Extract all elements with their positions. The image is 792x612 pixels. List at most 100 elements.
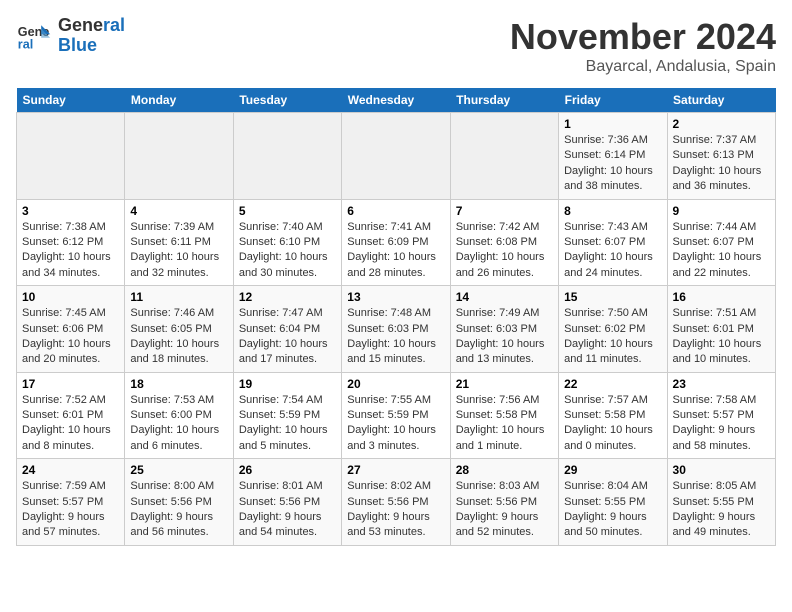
day-number: 2 [673, 117, 770, 131]
day-info: Sunrise: 8:00 AM Sunset: 5:56 PM Dayligh… [130, 479, 227, 541]
day-info: Sunrise: 7:51 AM Sunset: 6:01 PM Dayligh… [673, 306, 770, 368]
day-number: 18 [130, 377, 227, 391]
day-number: 13 [347, 290, 444, 304]
weekday-header-row: SundayMondayTuesdayWednesdayThursdayFrid… [17, 88, 776, 113]
calendar-cell: 22 Sunrise: 7:57 AM Sunset: 5:58 PM Dayli… [559, 372, 667, 459]
calendar-cell: 16 Sunrise: 7:51 AM Sunset: 6:01 PM Dayli… [667, 286, 775, 373]
day-info: Sunrise: 7:38 AM Sunset: 6:12 PM Dayligh… [22, 220, 119, 282]
day-number: 3 [22, 204, 119, 218]
calendar-cell: 29Sunrise: 8:04 AM Sunset: 5:55 PM Dayli… [559, 459, 667, 546]
day-number: 23 [673, 377, 770, 391]
calendar-cell: 6 Sunrise: 7:41 AM Sunset: 6:09 PM Daylig… [342, 199, 450, 286]
day-number: 9 [673, 204, 770, 218]
day-number: 14 [456, 290, 553, 304]
day-info: Sunrise: 7:59 AM Sunset: 5:57 PM Dayligh… [22, 479, 119, 541]
day-number: 16 [673, 290, 770, 304]
day-info: Sunrise: 7:55 AM Sunset: 5:59 PM Dayligh… [347, 393, 444, 455]
day-info: Sunrise: 8:01 AM Sunset: 5:56 PM Dayligh… [239, 479, 336, 541]
calendar-cell: 1 Sunrise: 7:36 AM Sunset: 6:14 PM Daylig… [559, 113, 667, 200]
calendar-cell: 25 Sunrise: 8:00 AM Sunset: 5:56 PM Dayli… [125, 459, 233, 546]
day-info: Sunrise: 7:37 AM Sunset: 6:13 PM Dayligh… [673, 133, 770, 195]
page-header: Gene ral General Blue November 2024 Baya… [16, 16, 776, 76]
week-row-4: 17Sunrise: 7:52 AM Sunset: 6:01 PM Dayli… [17, 372, 776, 459]
weekday-header-tuesday: Tuesday [233, 88, 341, 113]
week-row-3: 10 Sunrise: 7:45 AM Sunset: 6:06 PM Dayli… [17, 286, 776, 373]
calendar-cell: 5 Sunrise: 7:40 AM Sunset: 6:10 PM Daylig… [233, 199, 341, 286]
logo: Gene ral General Blue [16, 16, 125, 56]
day-info: Sunrise: 7:45 AM Sunset: 6:06 PM Dayligh… [22, 306, 119, 368]
weekday-header-saturday: Saturday [667, 88, 775, 113]
day-info: Sunrise: 7:43 AM Sunset: 6:07 PM Dayligh… [564, 220, 661, 282]
day-info: Sunrise: 7:54 AM Sunset: 5:59 PM Dayligh… [239, 393, 336, 455]
calendar-cell: 24Sunrise: 7:59 AM Sunset: 5:57 PM Dayli… [17, 459, 125, 546]
day-number: 30 [673, 463, 770, 477]
day-info: Sunrise: 7:50 AM Sunset: 6:02 PM Dayligh… [564, 306, 661, 368]
calendar-cell: 9Sunrise: 7:44 AM Sunset: 6:07 PM Daylig… [667, 199, 775, 286]
week-row-5: 24Sunrise: 7:59 AM Sunset: 5:57 PM Dayli… [17, 459, 776, 546]
calendar-cell: 14 Sunrise: 7:49 AM Sunset: 6:03 PM Dayli… [450, 286, 558, 373]
day-info: Sunrise: 8:02 AM Sunset: 5:56 PM Dayligh… [347, 479, 444, 541]
day-number: 4 [130, 204, 227, 218]
day-info: Sunrise: 7:36 AM Sunset: 6:14 PM Dayligh… [564, 133, 661, 195]
day-number: 6 [347, 204, 444, 218]
calendar-table: SundayMondayTuesdayWednesdayThursdayFrid… [16, 88, 776, 546]
title-area: November 2024 Bayarcal, Andalusia, Spain [510, 16, 776, 76]
day-number: 28 [456, 463, 553, 477]
day-info: Sunrise: 7:47 AM Sunset: 6:04 PM Dayligh… [239, 306, 336, 368]
weekday-header-sunday: Sunday [17, 88, 125, 113]
day-info: Sunrise: 7:42 AM Sunset: 6:08 PM Dayligh… [456, 220, 553, 282]
calendar-cell [17, 113, 125, 200]
calendar-cell: 20Sunrise: 7:55 AM Sunset: 5:59 PM Dayli… [342, 372, 450, 459]
day-number: 1 [564, 117, 661, 131]
day-info: Sunrise: 7:41 AM Sunset: 6:09 PM Dayligh… [347, 220, 444, 282]
location-title: Bayarcal, Andalusia, Spain [510, 58, 776, 76]
day-info: Sunrise: 8:04 AM Sunset: 5:55 PM Dayligh… [564, 479, 661, 541]
calendar-cell: 4 Sunrise: 7:39 AM Sunset: 6:11 PM Daylig… [125, 199, 233, 286]
calendar-cell: 27 Sunrise: 8:02 AM Sunset: 5:56 PM Dayli… [342, 459, 450, 546]
calendar-cell: 12 Sunrise: 7:47 AM Sunset: 6:04 PM Dayli… [233, 286, 341, 373]
calendar-cell: 28 Sunrise: 8:03 AM Sunset: 5:56 PM Dayli… [450, 459, 558, 546]
weekday-header-thursday: Thursday [450, 88, 558, 113]
day-number: 10 [22, 290, 119, 304]
day-info: Sunrise: 7:49 AM Sunset: 6:03 PM Dayligh… [456, 306, 553, 368]
day-number: 22 [564, 377, 661, 391]
logo-text: General Blue [58, 16, 125, 56]
day-number: 25 [130, 463, 227, 477]
day-info: Sunrise: 7:40 AM Sunset: 6:10 PM Dayligh… [239, 220, 336, 282]
day-number: 8 [564, 204, 661, 218]
calendar-cell: 18 Sunrise: 7:53 AM Sunset: 6:00 PM Dayli… [125, 372, 233, 459]
calendar-cell: 11 Sunrise: 7:46 AM Sunset: 6:05 PM Dayli… [125, 286, 233, 373]
calendar-cell: 8 Sunrise: 7:43 AM Sunset: 6:07 PM Daylig… [559, 199, 667, 286]
month-title: November 2024 [510, 16, 776, 58]
calendar-cell: 23 Sunrise: 7:58 AM Sunset: 5:57 PM Dayli… [667, 372, 775, 459]
day-info: Sunrise: 8:05 AM Sunset: 5:55 PM Dayligh… [673, 479, 770, 541]
day-info: Sunrise: 7:57 AM Sunset: 5:58 PM Dayligh… [564, 393, 661, 455]
calendar-cell: 10 Sunrise: 7:45 AM Sunset: 6:06 PM Dayli… [17, 286, 125, 373]
day-number: 7 [456, 204, 553, 218]
calendar-cell: 3 Sunrise: 7:38 AM Sunset: 6:12 PM Daylig… [17, 199, 125, 286]
day-number: 17 [22, 377, 119, 391]
calendar-cell: 26 Sunrise: 8:01 AM Sunset: 5:56 PM Dayli… [233, 459, 341, 546]
weekday-header-monday: Monday [125, 88, 233, 113]
day-number: 12 [239, 290, 336, 304]
day-info: Sunrise: 8:03 AM Sunset: 5:56 PM Dayligh… [456, 479, 553, 541]
calendar-cell [125, 113, 233, 200]
calendar-cell: 21Sunrise: 7:56 AM Sunset: 5:58 PM Dayli… [450, 372, 558, 459]
calendar-cell [450, 113, 558, 200]
calendar-cell [342, 113, 450, 200]
day-number: 21 [456, 377, 553, 391]
day-number: 26 [239, 463, 336, 477]
calendar-cell: 30 Sunrise: 8:05 AM Sunset: 5:55 PM Dayli… [667, 459, 775, 546]
day-info: Sunrise: 7:46 AM Sunset: 6:05 PM Dayligh… [130, 306, 227, 368]
day-number: 27 [347, 463, 444, 477]
day-info: Sunrise: 7:39 AM Sunset: 6:11 PM Dayligh… [130, 220, 227, 282]
day-number: 5 [239, 204, 336, 218]
day-info: Sunrise: 7:53 AM Sunset: 6:00 PM Dayligh… [130, 393, 227, 455]
calendar-cell: 17Sunrise: 7:52 AM Sunset: 6:01 PM Dayli… [17, 372, 125, 459]
day-number: 11 [130, 290, 227, 304]
day-number: 19 [239, 377, 336, 391]
day-info: Sunrise: 7:58 AM Sunset: 5:57 PM Dayligh… [673, 393, 770, 455]
calendar-cell: 19 Sunrise: 7:54 AM Sunset: 5:59 PM Dayli… [233, 372, 341, 459]
calendar-cell: 7 Sunrise: 7:42 AM Sunset: 6:08 PM Daylig… [450, 199, 558, 286]
week-row-1: 1 Sunrise: 7:36 AM Sunset: 6:14 PM Daylig… [17, 113, 776, 200]
